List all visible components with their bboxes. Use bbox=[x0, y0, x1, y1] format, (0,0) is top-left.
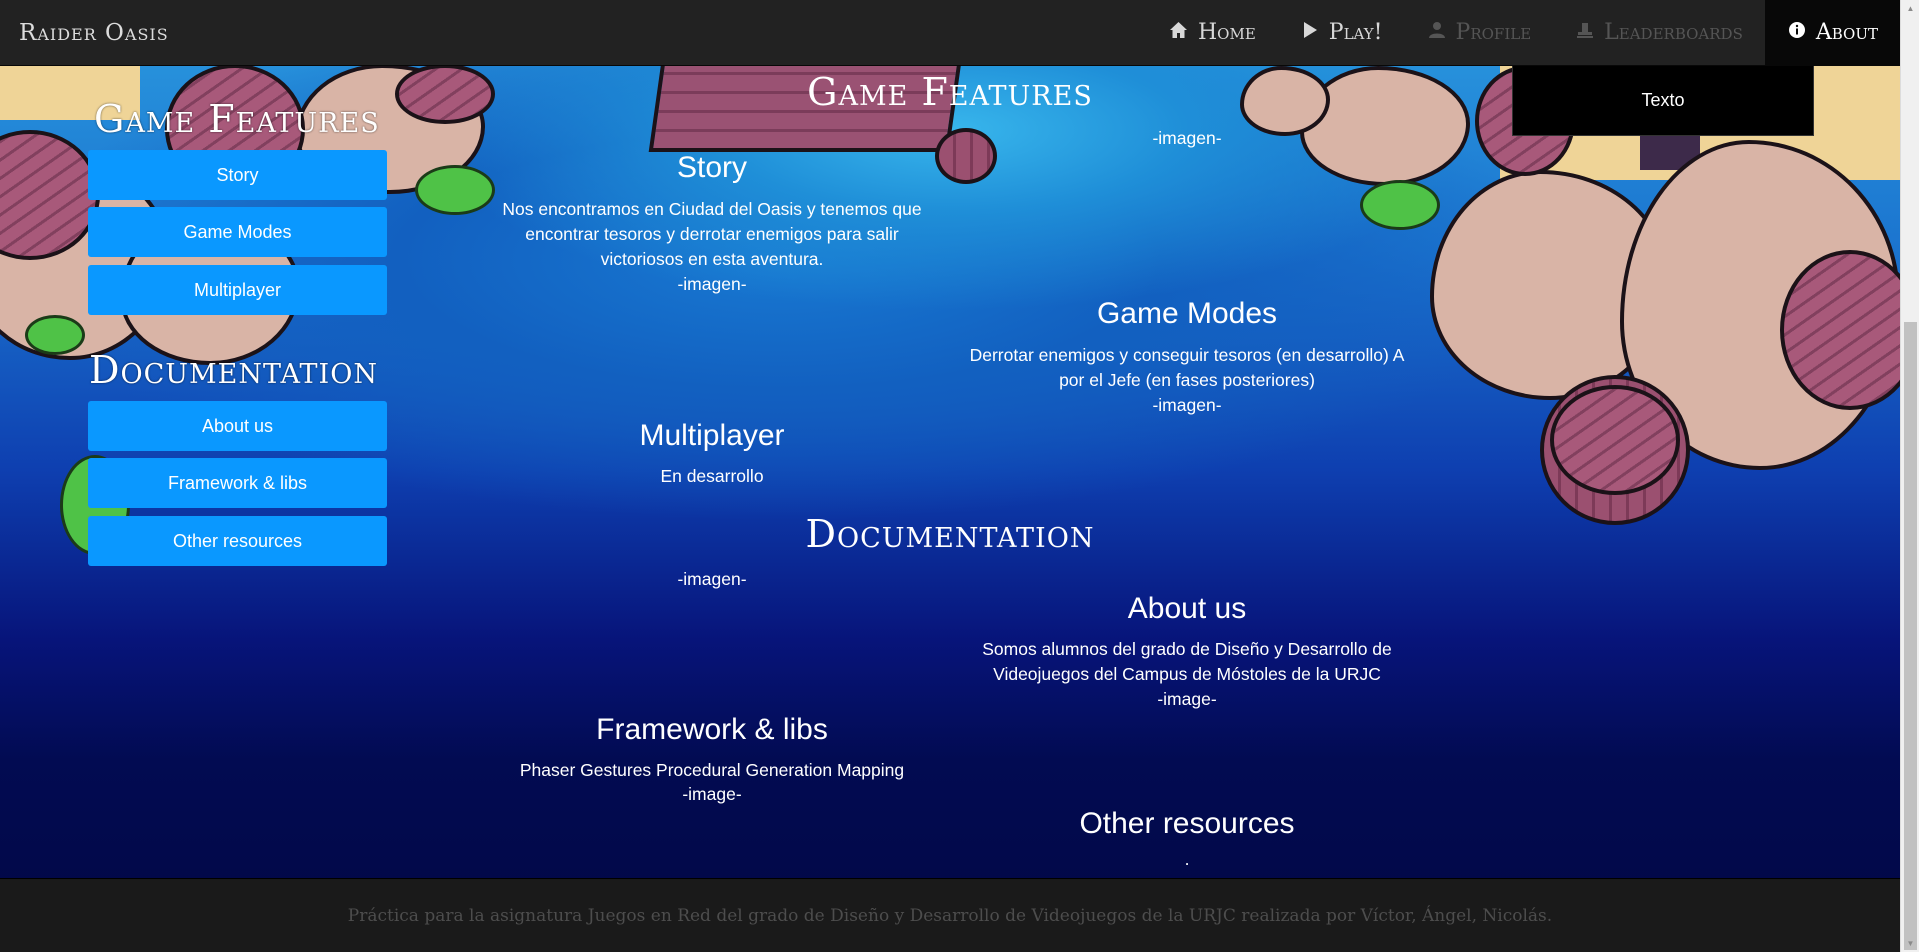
story-image-placeholder: -imagen- bbox=[677, 274, 747, 294]
nav-item-play[interactable]: Play! bbox=[1278, 0, 1405, 66]
nav-links: Home Play! Profile Leaderboards About bbox=[1147, 0, 1900, 66]
info-icon bbox=[1787, 21, 1807, 44]
framework-text: Phaser Gestures Procedural Generation Ma… bbox=[519, 760, 905, 780]
nav-item-about[interactable]: About bbox=[1764, 0, 1900, 66]
framework-heading: Framework & libs bbox=[596, 713, 828, 746]
sidebar-other-resources-button[interactable]: Other resources bbox=[88, 516, 387, 566]
about-us-heading: About us bbox=[1127, 592, 1247, 625]
sidebar-game-modes-button[interactable]: Game Modes bbox=[88, 207, 387, 257]
doc-image-placeholder: -imagen- bbox=[677, 569, 747, 589]
game-modes-text: Derrotar enemigos y conseguir tesoros (e… bbox=[969, 345, 1405, 390]
sidebar-framework-button[interactable]: Framework & libs bbox=[88, 458, 387, 508]
story-text: Nos encontramos en Ciudad del Oasis y te… bbox=[502, 199, 922, 269]
scroll-up-arrow-icon[interactable]: ▲ bbox=[1901, 0, 1919, 17]
podium-icon bbox=[1575, 21, 1595, 44]
multiplayer-text: En desarrollo bbox=[660, 466, 764, 486]
top-image-placeholder: -imagen- bbox=[1152, 128, 1222, 148]
nav-item-home[interactable]: Home bbox=[1147, 0, 1278, 66]
dropdown-text: Texto bbox=[1641, 90, 1685, 110]
story-heading: Story bbox=[676, 151, 748, 184]
nav-label-play: Play! bbox=[1328, 20, 1383, 45]
documentation-heading: Documentation bbox=[805, 512, 1095, 556]
sidebar-story-button[interactable]: Story bbox=[88, 150, 387, 200]
nav-label-about: About bbox=[1815, 20, 1878, 45]
footer-text: Práctica para la asignatura Juegos en Re… bbox=[347, 905, 1553, 926]
nav-label-leaderboards: Leaderboards bbox=[1604, 20, 1743, 45]
nav-label-home: Home bbox=[1197, 20, 1256, 45]
framework-image-placeholder: -image- bbox=[682, 784, 742, 804]
play-icon bbox=[1300, 21, 1320, 44]
sidebar-game-features-title: Game Features bbox=[94, 97, 380, 141]
nav-label-profile: Profile bbox=[1455, 20, 1532, 45]
multiplayer-heading: Multiplayer bbox=[639, 419, 785, 452]
top-navbar: Raider Oasis Home Play! Profile Leaderbo… bbox=[0, 0, 1900, 66]
game-modes-heading: Game Modes bbox=[1096, 297, 1278, 330]
game-modes-image-placeholder: -imagen- bbox=[1152, 395, 1222, 415]
page-footer: Práctica para la asignatura Juegos en Re… bbox=[0, 878, 1900, 952]
vertical-scrollbar[interactable]: ▲ ▼ bbox=[1900, 0, 1919, 952]
nav-item-leaderboards[interactable]: Leaderboards bbox=[1553, 0, 1765, 66]
brand-logo[interactable]: Raider Oasis bbox=[0, 20, 169, 46]
nav-item-profile[interactable]: Profile bbox=[1405, 0, 1554, 66]
other-resources-text: . bbox=[1184, 849, 1190, 869]
home-icon bbox=[1169, 21, 1189, 44]
about-dropdown[interactable]: Texto bbox=[1512, 66, 1814, 136]
game-features-heading: Game Features bbox=[807, 70, 1093, 114]
sidebar-documentation-title: Documentation bbox=[89, 348, 378, 392]
scroll-down-arrow-icon[interactable]: ▼ bbox=[1901, 935, 1919, 952]
other-resources-heading: Other resources bbox=[1079, 807, 1295, 840]
scroll-thumb[interactable] bbox=[1904, 322, 1917, 950]
sidebar-multiplayer-button[interactable]: Multiplayer bbox=[88, 265, 387, 315]
about-us-text: Somos alumnos del grado de Diseño y Desa… bbox=[982, 639, 1392, 684]
sidebar-about-us-button[interactable]: About us bbox=[88, 401, 387, 451]
user-icon bbox=[1427, 21, 1447, 44]
about-us-image-placeholder: -image- bbox=[1157, 689, 1217, 709]
